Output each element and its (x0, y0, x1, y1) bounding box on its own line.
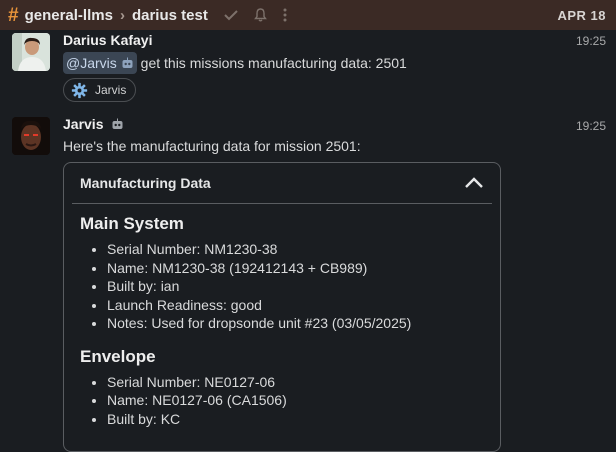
check-icon[interactable] (224, 9, 238, 21)
robot-icon (122, 57, 133, 68)
avatar[interactable] (12, 33, 50, 71)
chip-label: Jarvis (95, 83, 127, 97)
bell-icon[interactable] (253, 8, 267, 22)
manufacturing-card: Manufacturing Data Main System Serial Nu… (63, 162, 501, 452)
user-mention[interactable]: @Jarvis (63, 52, 137, 74)
hash-icon: # (8, 4, 19, 26)
timestamp: 19:25 (575, 119, 606, 133)
channel-header: # general-llms › darius test APR 18 (0, 0, 616, 30)
message-body: get this missions manufacturing data: 25… (136, 55, 407, 71)
avatar[interactable] (12, 117, 50, 155)
list-item: Name: NM1230-38 (192412143 + CB989) (107, 259, 500, 278)
chevron-right-icon: › (119, 6, 125, 24)
section-title: Main System (80, 214, 184, 233)
channel-name[interactable]: general-llms (25, 7, 113, 24)
section-title: Envelope (80, 346, 156, 366)
more-vertical-icon[interactable] (283, 8, 287, 22)
date-label: APR 18 (557, 7, 606, 23)
list-item: Launch Readiness: good (107, 296, 500, 315)
list-item: Built by: KC (107, 410, 500, 429)
gear-icon (71, 82, 88, 99)
robot-icon (112, 118, 123, 129)
message-text: Here's the manufacturing data for missio… (63, 138, 361, 154)
bot-chip[interactable]: Jarvis (63, 78, 137, 102)
list-item: Notes: Used for dropsonde unit #23 (03/0… (107, 314, 500, 333)
author-name[interactable]: Darius Kafayi (63, 32, 152, 48)
chevron-up-icon[interactable] (464, 177, 484, 189)
list-item: Serial Number: NM1230-38 (107, 240, 500, 259)
timestamp: 19:25 (575, 34, 606, 48)
message-text: @Jarvis get this missions manufacturing … (63, 52, 407, 74)
thread-name[interactable]: darius test (132, 7, 208, 24)
mention-label: @Jarvis (66, 55, 117, 71)
author-name[interactable]: Jarvis (63, 116, 124, 132)
divider (72, 203, 492, 204)
section-list: Serial Number: NM1230-38 Name: NM1230-38… (64, 240, 500, 333)
list-item: Name: NE0127-06 (CA1506) (107, 391, 500, 410)
list-item: Serial Number: NE0127-06 (107, 373, 500, 392)
author-label: Jarvis (63, 116, 104, 132)
card-header[interactable]: Manufacturing Data (64, 163, 500, 203)
section-list: Serial Number: NE0127-06 Name: NE0127-06… (64, 373, 500, 429)
card-title: Manufacturing Data (80, 175, 211, 191)
list-item: Built by: ian (107, 277, 500, 296)
